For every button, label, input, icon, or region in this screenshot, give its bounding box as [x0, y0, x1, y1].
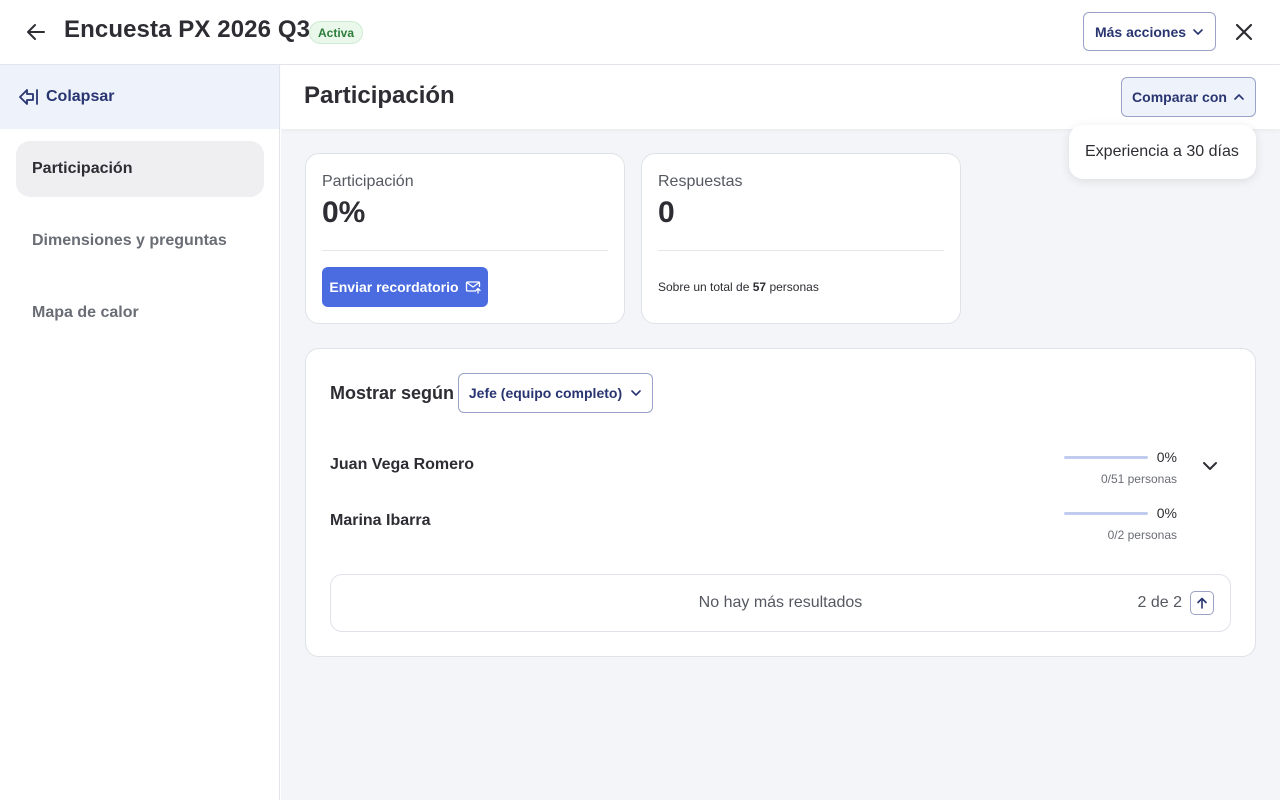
list-item: Marina Ibarra 0% 0/2 personas	[330, 492, 1233, 548]
arrow-up-icon	[1197, 597, 1207, 609]
participation-progress-bar	[1064, 512, 1148, 515]
mail-send-icon	[465, 281, 481, 294]
top-bar: Encuesta PX 2026 Q3 Activa Más acciones	[0, 0, 1280, 65]
collapse-label: Colapsar	[46, 88, 115, 105]
page-count: 2 de 2	[1137, 594, 1182, 611]
status-badge: Activa	[309, 21, 364, 44]
manager-name: Marina Ibarra	[330, 512, 431, 529]
back-arrow-icon[interactable]	[22, 18, 50, 46]
total-people-text: Sobre un total de 57 personas	[658, 280, 819, 294]
responses-card: Respuestas 0 Sobre un total de 57 person…	[641, 153, 961, 324]
participation-percent: 0%	[1156, 449, 1177, 465]
show-by-label: Mostrar según	[330, 383, 455, 403]
scroll-to-top-button[interactable]	[1190, 591, 1214, 615]
group-by-select[interactable]: Jefe (equipo completo)	[458, 373, 653, 413]
compare-with-button[interactable]: Comparar con	[1121, 77, 1256, 117]
collapse-button[interactable]: Colapsar	[0, 65, 279, 129]
chevron-down-icon	[631, 390, 641, 396]
expand-chevron-icon[interactable]	[1196, 452, 1224, 480]
main-content: Participación Comparar con Experiencia a…	[281, 65, 1280, 800]
responses-value: 0	[658, 196, 675, 229]
group-by-value: Jefe (equipo completo)	[468, 385, 623, 401]
people-count: 0/2 personas	[1107, 528, 1177, 542]
more-actions-button[interactable]: Más acciones	[1083, 12, 1216, 51]
sidebar-item-dimensiones[interactable]: Dimensiones y preguntas	[16, 213, 264, 269]
divider	[322, 250, 608, 251]
participation-value: 0%	[322, 196, 366, 229]
people-count: 0/51 personas	[1100, 472, 1177, 486]
compare-option-30-dias[interactable]: Experiencia a 30 días	[1069, 125, 1256, 179]
manager-name: Juan Vega Romero	[330, 456, 475, 473]
page-title: Encuesta PX 2026 Q3	[64, 16, 311, 43]
results-footer: No hay más resultados 2 de 2	[330, 574, 1231, 632]
sidebar-item-mapa-de-calor[interactable]: Mapa de calor	[16, 285, 264, 341]
section-title: Participación	[304, 82, 455, 109]
chevron-down-icon	[1193, 28, 1203, 35]
send-reminder-button[interactable]: Enviar recordatorio	[322, 267, 488, 307]
send-reminder-label: Enviar recordatorio	[329, 279, 459, 295]
participation-progress-bar	[1064, 456, 1148, 459]
close-icon[interactable]	[1230, 18, 1258, 46]
participation-percent: 0%	[1156, 505, 1177, 521]
total-count: 57	[752, 280, 767, 294]
collapse-icon	[19, 89, 38, 105]
more-actions-label: Más acciones	[1094, 23, 1187, 40]
list-item: Juan Vega Romero 0% 0/51 personas	[330, 436, 1233, 492]
sidebar: Colapsar Participación Dimensiones y pre…	[0, 65, 280, 800]
no-more-results-text: No hay más resultados	[698, 594, 863, 611]
responses-label: Respuestas	[658, 173, 743, 190]
participation-card: Participación 0% Enviar recordatorio	[305, 153, 625, 324]
participation-label: Participación	[322, 173, 414, 190]
total-suffix: personas	[769, 280, 819, 294]
section-header: Participación Comparar con	[281, 65, 1280, 129]
divider	[658, 250, 944, 251]
total-prefix: Sobre un total de	[658, 280, 750, 294]
sidebar-item-participacion[interactable]: Participación	[16, 141, 264, 197]
chevron-up-icon	[1234, 94, 1244, 100]
compare-with-label: Comparar con	[1132, 89, 1227, 105]
breakdown-card: Mostrar según Jefe (equipo completo) Jua…	[305, 348, 1256, 657]
